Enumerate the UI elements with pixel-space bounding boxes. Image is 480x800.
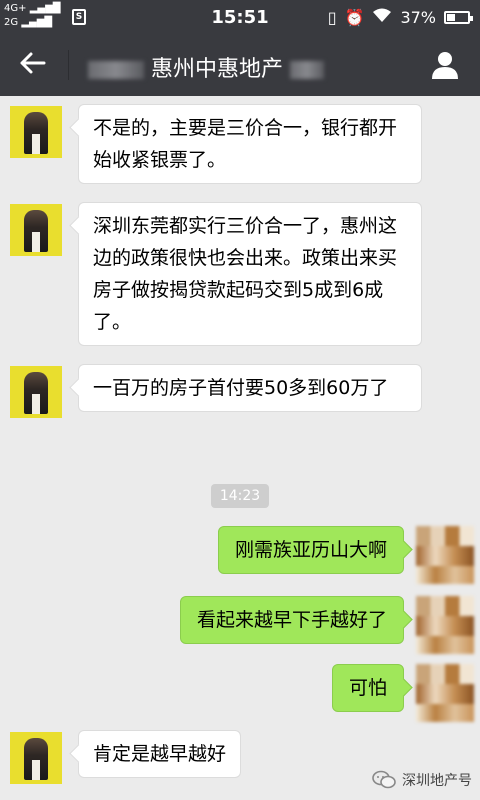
contact-avatar[interactable]	[10, 732, 62, 784]
wifi-icon	[372, 7, 392, 27]
avatar-shirt	[32, 134, 40, 154]
avatar-shirt	[32, 394, 40, 414]
message-bubble-incoming[interactable]: 不是的，主要是三价合一，银行都开始收紧银票了。	[78, 104, 422, 184]
user-avatar[interactable]	[416, 596, 474, 654]
profile-icon[interactable]	[430, 50, 460, 80]
chat-header: 惠州中惠地产	[0, 34, 480, 96]
message-bubble-outgoing[interactable]: 可怕	[331, 664, 404, 712]
wechat-icon	[372, 770, 396, 790]
contact-avatar[interactable]	[10, 204, 62, 256]
message-timestamp: 14:23	[211, 484, 269, 508]
watermark: 深圳地产号	[372, 770, 472, 790]
chat-title: 惠州中惠地产	[88, 51, 325, 83]
chat-title-text: 惠州中惠地产	[151, 57, 284, 82]
avatar-shirt	[32, 760, 40, 780]
contact-avatar[interactable]	[10, 106, 62, 158]
alarm-icon: ⏰	[344, 7, 365, 27]
battery-icon	[444, 10, 473, 24]
user-avatar[interactable]	[416, 526, 474, 584]
message-bubble-incoming[interactable]: 一百万的房子首付要50多到60万了	[78, 364, 422, 412]
message-bubble-incoming[interactable]: 深圳东莞都实行三价合一了，惠州这边的政策很快也会出来。政策出来买房子做按揭贷款起…	[78, 202, 422, 346]
message-bubble-outgoing[interactable]: 刚需族亚历山大啊	[217, 526, 404, 574]
user-avatar[interactable]	[416, 664, 474, 722]
avatar-shirt	[32, 232, 40, 252]
battery-fill	[447, 13, 455, 21]
blurred-name-prefix	[88, 61, 144, 79]
message-bubble-outgoing[interactable]: 看起来越早下手越好了	[179, 596, 404, 644]
back-arrow-icon[interactable]	[18, 48, 48, 78]
message-bubble-incoming[interactable]: 肯定是越早越好	[78, 730, 242, 778]
chat-area[interactable]: 不是的，主要是三价合一，银行都开始收紧银票了。 深圳东莞都实行三价合一了，惠州这…	[0, 96, 480, 800]
watermark-text: 深圳地产号	[402, 773, 472, 789]
battery-text: 37%	[400, 7, 436, 27]
status-bar: 4G+ ▂▄▆█ 2G ▂▄▆█ S 15:51 ▯ ⏰ 37%	[0, 0, 480, 34]
header-divider	[68, 50, 69, 80]
blurred-name-suffix	[290, 61, 325, 79]
vibrate-icon: ▯	[327, 7, 337, 27]
contact-avatar[interactable]	[10, 366, 62, 418]
status-right: ▯ ⏰ 37%	[327, 7, 473, 27]
